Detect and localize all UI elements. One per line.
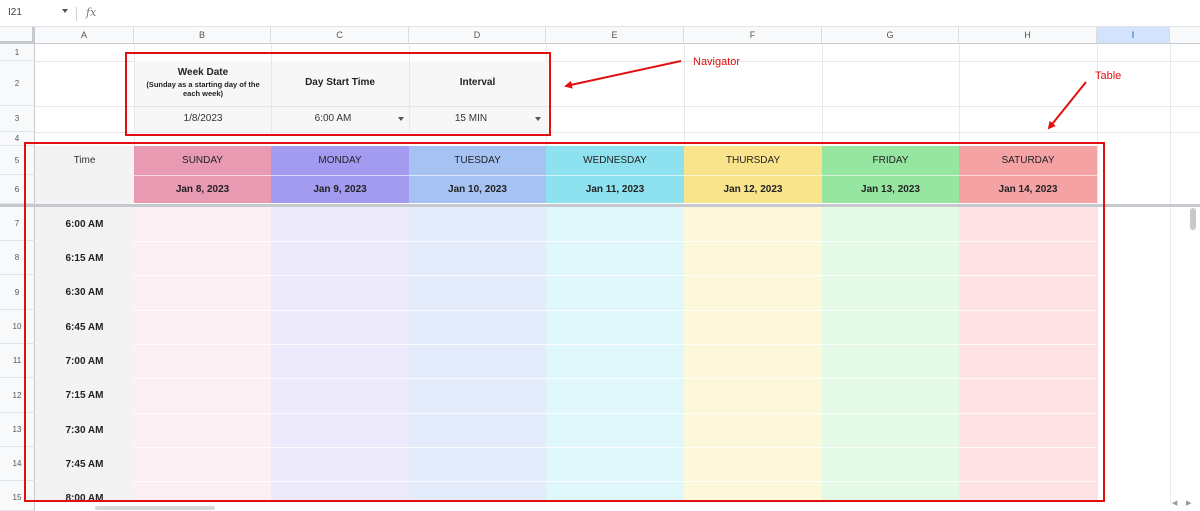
navigator-arrow [564, 60, 682, 89]
spreadsheet-app: I21 fx A B C D E F G H I 1 2 3 4 5 6 7 8… [0, 0, 1200, 511]
vertical-scrollbar[interactable] [1190, 208, 1196, 230]
annotation-arrows [564, 60, 1087, 130]
scroll-right-icon[interactable]: ▶ [1186, 499, 1191, 507]
horizontal-scrollbar[interactable] [95, 506, 215, 510]
table-arrow [1047, 81, 1087, 130]
scroll-left-icon[interactable]: ◀ [1172, 499, 1177, 507]
